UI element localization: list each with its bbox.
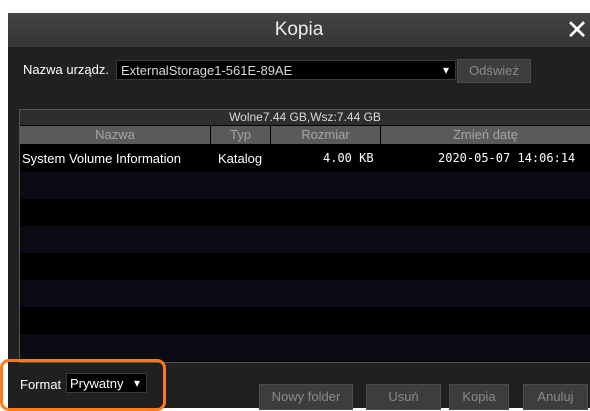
device-name-select[interactable]: ExternalStorage1-561E-89AE ▾ xyxy=(116,60,456,80)
empty-row xyxy=(20,199,590,226)
chevron-down-icon: ▾ xyxy=(442,63,449,77)
dialog-title: Kopia xyxy=(274,19,324,40)
column-header-modified[interactable]: Zmień datę xyxy=(381,126,590,144)
title-bar: Kopia ✕ xyxy=(8,13,590,47)
empty-row xyxy=(20,253,590,280)
column-header-size[interactable]: Rozmiar xyxy=(271,126,380,144)
delete-button[interactable]: Usuń xyxy=(366,384,441,410)
file-size: 4.00 KB xyxy=(323,151,374,165)
empty-row xyxy=(20,280,590,307)
column-header-type[interactable]: Typ xyxy=(211,126,270,144)
copy-dialog: Kopia ✕ Nazwa urządz. ExternalStorage1-5… xyxy=(8,13,590,408)
copy-button[interactable]: Kopia xyxy=(449,384,509,410)
free-space-info: Wolne7.44 GB,Wsz:7.44 GB xyxy=(20,110,590,125)
column-header-name[interactable]: Nazwa xyxy=(20,126,210,144)
new-folder-button[interactable]: Nowy folder xyxy=(259,384,353,410)
file-date: 2020-05-07 14:06:14 xyxy=(438,151,576,165)
cancel-button[interactable]: Anuluj xyxy=(523,384,588,410)
empty-row xyxy=(20,226,590,253)
empty-row xyxy=(20,172,590,199)
empty-row xyxy=(20,307,590,334)
refresh-button[interactable]: Odśwież xyxy=(457,59,531,83)
empty-row xyxy=(20,334,590,361)
format-highlight-annotation xyxy=(0,359,166,411)
table-row[interactable]: System Volume Information Katalog 4.00 K… xyxy=(20,145,590,172)
file-name: System Volume Information xyxy=(22,151,181,166)
device-name-label: Nazwa urządz. xyxy=(23,62,109,77)
file-table: Wolne7.44 GB,Wsz:7.44 GB Nazwa Typ Rozmi… xyxy=(19,109,590,363)
file-type: Katalog xyxy=(218,151,263,166)
device-name-value: ExternalStorage1-561E-89AE xyxy=(121,63,293,78)
close-icon[interactable]: ✕ xyxy=(564,16,590,44)
